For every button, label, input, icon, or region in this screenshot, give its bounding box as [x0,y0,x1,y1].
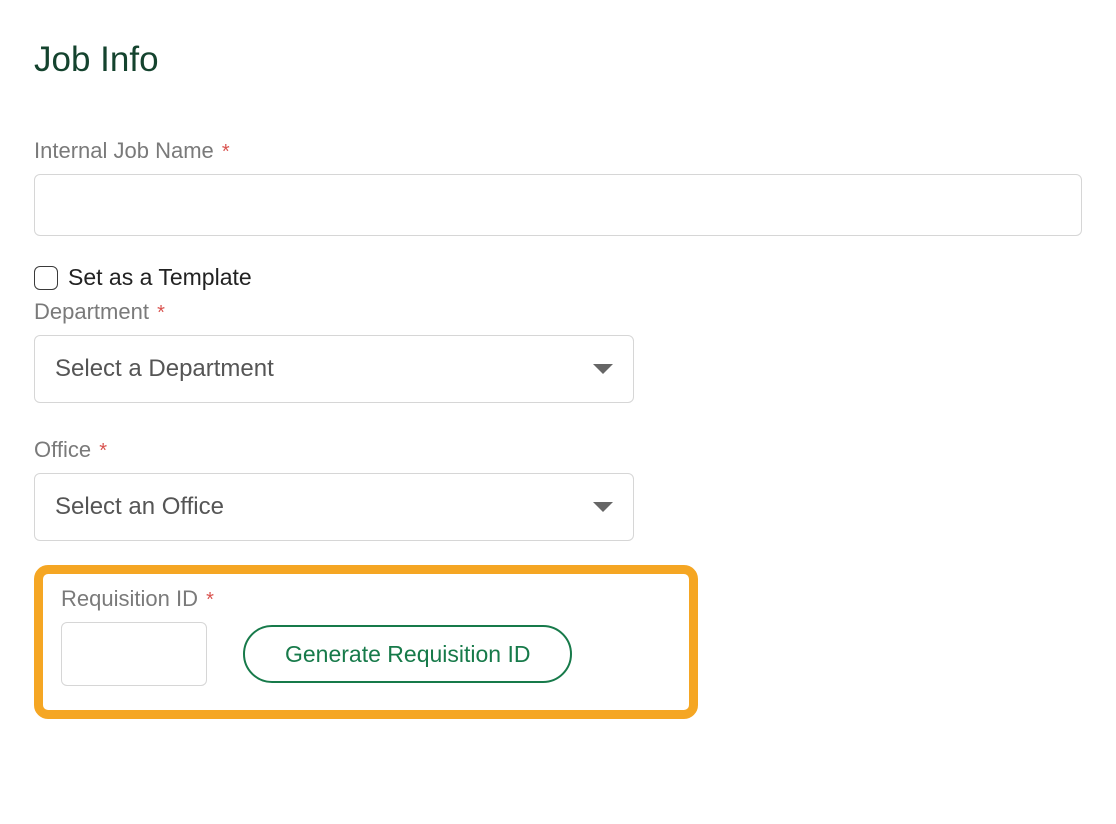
required-asterisk: * [206,589,214,611]
label-text: Office [34,437,91,462]
required-asterisk: * [222,141,230,163]
office-select[interactable]: Select an Office [34,473,634,541]
chevron-down-icon [593,502,613,512]
office-selected-text: Select an Office [55,493,224,521]
label-text: Requisition ID [61,586,198,611]
office-group: Office * Select an Office [34,437,1082,541]
label-text: Internal Job Name [34,138,214,163]
department-label: Department * [34,299,1082,325]
page-title: Job Info [34,40,1082,80]
generate-requisition-id-button[interactable]: Generate Requisition ID [243,625,572,683]
template-checkbox-label: Set as a Template [68,264,252,291]
required-asterisk: * [157,302,165,324]
internal-job-name-label: Internal Job Name * [34,138,1082,164]
requisition-id-label: Requisition ID * [61,586,671,612]
office-label: Office * [34,437,1082,463]
requisition-id-highlighted-section: Requisition ID * Generate Requisition ID [34,565,698,719]
label-text: Department [34,299,149,324]
required-asterisk: * [99,440,107,462]
requisition-id-row: Generate Requisition ID [61,622,671,686]
department-select[interactable]: Select a Department [34,335,634,403]
department-group: Department * Select a Department [34,299,1082,403]
chevron-down-icon [593,364,613,374]
internal-job-name-group: Internal Job Name * [34,138,1082,236]
internal-job-name-input[interactable] [34,174,1082,236]
requisition-id-input[interactable] [61,622,207,686]
template-checkbox[interactable] [34,266,58,290]
department-selected-text: Select a Department [55,355,274,383]
template-checkbox-row: Set as a Template [34,264,1082,291]
